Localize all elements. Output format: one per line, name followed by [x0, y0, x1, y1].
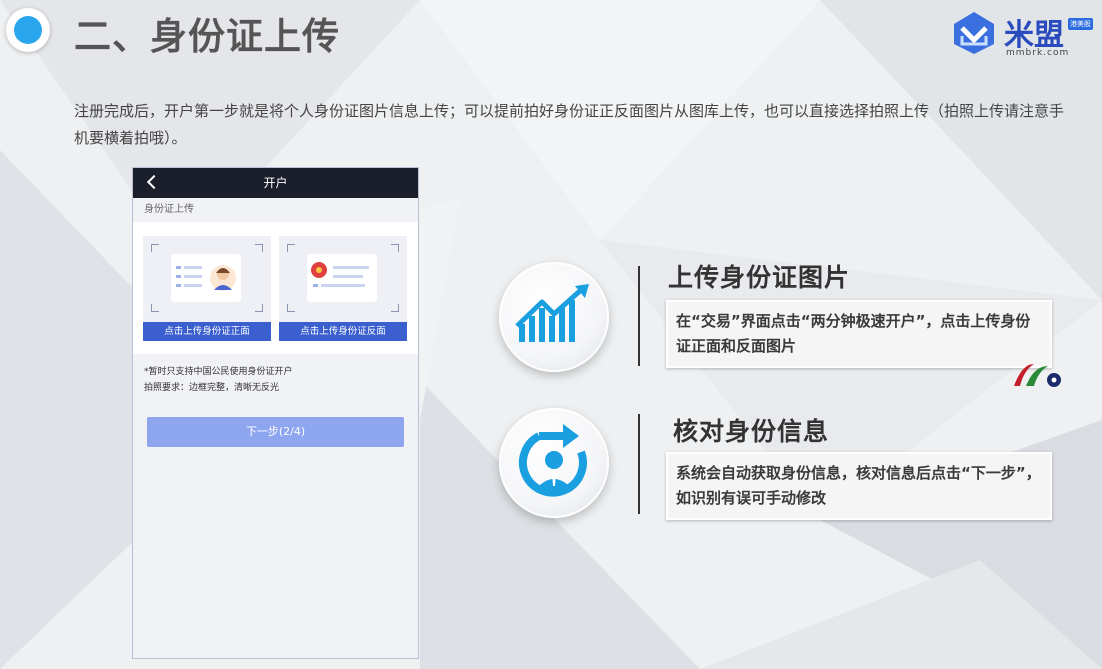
step-icon-circle [499, 408, 609, 518]
logo-badge: 港美股 [1068, 18, 1093, 30]
note-line: 拍照要求：边框完整，清晰无反光 [144, 383, 280, 393]
id-back-emblem-icon [311, 262, 369, 287]
logo-mark-icon [954, 12, 994, 54]
step-2-description: 系统会自动获取身份信息，核对信息后点击“下一步”，如识别有误可手动修改 [666, 452, 1052, 520]
upload-id-back-button[interactable]: 点击上传身份证反面 [279, 322, 407, 341]
frame-corner [391, 304, 399, 312]
id-upload-section-label: 身份证上传 [144, 204, 194, 215]
ipo-flag-icon [1014, 364, 1061, 387]
intro-paragraph: 注册完成后，开户第一步就是将个人身份证图片信息上传；可以提前拍好身份证正反面图片… [74, 102, 1065, 147]
id-front-illustration [171, 254, 241, 302]
step-icon-circle [499, 262, 609, 372]
user-refresh-icon [518, 424, 587, 497]
page-title: 二、身份证上传 [74, 15, 340, 58]
upload-id-front-button[interactable]: 点击上传身份证正面 [143, 322, 271, 341]
step-divider [638, 266, 640, 366]
bar-chart-growth-icon [515, 284, 589, 342]
phone-nav-title: 开户 [263, 176, 288, 190]
id-front-upload-card[interactable]: 点击上传身份证正面 [143, 236, 271, 341]
phone-screen-mockup: 开户 身份证上传 点击上传身份证正面 点击上传身份证反面 *暂时只支持中国公民使… [132, 167, 419, 659]
id-front-portrait-icon [176, 265, 236, 291]
frame-corner [255, 244, 263, 252]
frame-corner [151, 304, 159, 312]
frame-corner [255, 304, 263, 312]
section-bullet-icon [6, 8, 50, 52]
brand-logo: 米盟 港美股 mmbrk.com [950, 8, 1095, 62]
frame-corner [151, 244, 159, 252]
back-chevron-icon[interactable] [146, 174, 162, 190]
note-line: *暂时只支持中国公民使用身份证开户 [144, 367, 293, 377]
next-step-button[interactable]: 下一步(2/4) [147, 417, 404, 447]
step-1-description: 在“交易”界面点击“两分钟极速开户”，点击上传身份证正面和反面图片 [666, 300, 1052, 368]
id-card-upload-area: 点击上传身份证正面 点击上传身份证反面 [133, 222, 418, 354]
step-2-title: 核对身份信息 [673, 417, 830, 446]
step-divider [638, 414, 640, 514]
id-back-illustration [307, 254, 377, 302]
step-1-title: 上传身份证图片 [668, 263, 851, 292]
frame-corner [287, 304, 295, 312]
upload-notes: *暂时只支持中国公民使用身份证开户 拍照要求：边框完整，清晰无反光 [133, 354, 418, 396]
phone-nav-bar: 开户 [133, 168, 418, 198]
id-back-upload-card[interactable]: 点击上传身份证反面 [279, 236, 407, 341]
frame-corner [287, 244, 295, 252]
logo-url: mmbrk.com [1006, 48, 1070, 58]
frame-corner [391, 244, 399, 252]
